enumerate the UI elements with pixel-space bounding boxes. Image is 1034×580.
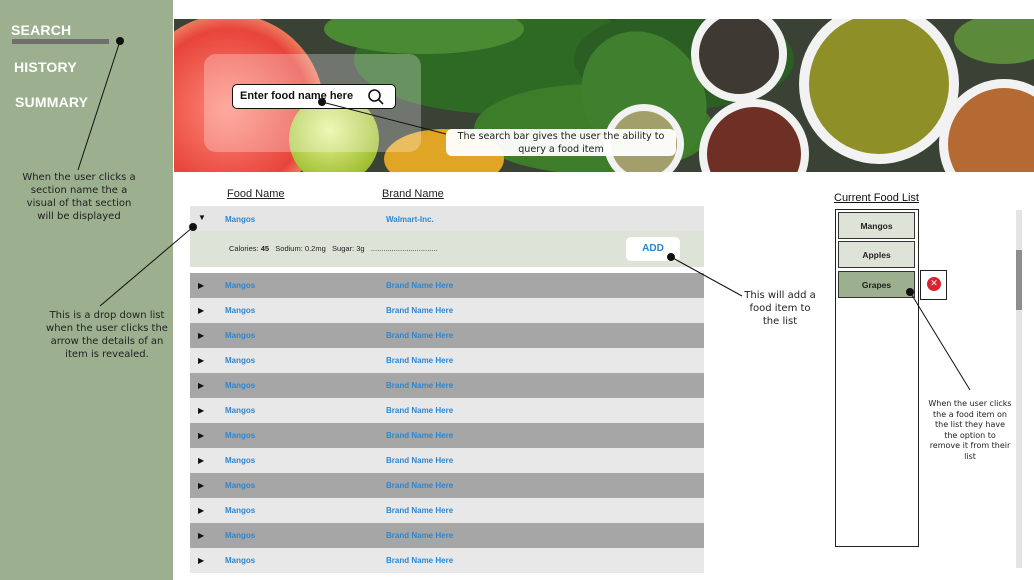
- food-name: Mangos: [225, 556, 256, 565]
- table-row[interactable]: ▶ Mangos Brand Name Here: [190, 448, 704, 473]
- food-name: Mangos: [225, 306, 256, 315]
- brand-name: Brand Name Here: [386, 556, 454, 565]
- search-placeholder: Enter food name here: [240, 90, 354, 102]
- brand-name: Brand Name Here: [386, 531, 454, 540]
- expand-arrow-icon[interactable]: ▶: [198, 281, 204, 290]
- item-details-panel: Calories: 45 Sodium: 0.2mg Sugar: 3g ...…: [190, 231, 704, 267]
- food-list-item-grapes[interactable]: Grapes: [838, 271, 915, 298]
- table-row[interactable]: ▶ Mangos Brand Name Here: [190, 523, 704, 548]
- nav-item-summary[interactable]: SUMMARY: [15, 94, 88, 110]
- expand-arrow-icon[interactable]: ▶: [198, 356, 204, 365]
- nav-item-search[interactable]: SEARCH: [11, 22, 71, 38]
- food-name: Mangos: [225, 531, 256, 540]
- nav-item-history[interactable]: HISTORY: [14, 59, 77, 75]
- connector-line: [909, 291, 971, 391]
- sodium-value: Sodium: 0.2mg: [275, 244, 326, 253]
- table-row[interactable]: ▶ Mangos Brand Name Here: [190, 373, 704, 398]
- annotation-remove: When the user clicks the a food item on …: [928, 399, 1012, 461]
- expand-arrow-icon[interactable]: ▶: [198, 381, 204, 390]
- remove-item-button[interactable]: ✕: [920, 270, 947, 300]
- brand-name: Brand Name Here: [386, 481, 454, 490]
- food-name: Mangos: [225, 506, 256, 515]
- nutrition-details: Calories: 45 Sodium: 0.2mg Sugar: 3g ...…: [229, 244, 438, 253]
- annotation-section-nav: When the user clicks a section name the …: [22, 172, 136, 222]
- brand-name: Brand Name Here: [386, 456, 454, 465]
- expand-arrow-icon[interactable]: ▶: [198, 531, 204, 540]
- table-row[interactable]: ▶ Mangos Brand Name Here: [190, 273, 704, 298]
- brand-name: Brand Name Here: [386, 331, 454, 340]
- table-row[interactable]: ▶ Mangos Brand Name Here: [190, 498, 704, 523]
- expand-arrow-icon[interactable]: ▶: [198, 306, 204, 315]
- active-nav-indicator: [12, 39, 109, 44]
- brand-name: Brand Name Here: [386, 356, 454, 365]
- annotation-add: This will add a food item to the list: [744, 290, 816, 327]
- table-row[interactable]: ▶ Mangos Brand Name Here: [190, 298, 704, 323]
- expand-arrow-icon[interactable]: ▶: [198, 481, 204, 490]
- sidebar: SEARCH HISTORY SUMMARY When the user cli…: [0, 0, 173, 580]
- calories-value: 45: [260, 244, 270, 253]
- food-name: Mangos: [225, 281, 256, 290]
- food-list-item-mangos[interactable]: Mangos: [838, 212, 915, 239]
- search-icon[interactable]: [367, 88, 385, 111]
- calories-label: Calories:: [229, 244, 259, 253]
- brand-name: Brand Name Here: [386, 506, 454, 515]
- brand-name: Brand Name Here: [386, 431, 454, 440]
- column-header-food-name[interactable]: Food Name: [227, 188, 284, 200]
- food-name: Mangos: [225, 381, 256, 390]
- table-row[interactable]: ▶ Mangos Brand Name Here: [190, 423, 704, 448]
- expand-arrow-icon[interactable]: ▶: [198, 331, 204, 340]
- details-dots: ................................: [370, 244, 438, 253]
- annotation-dropdown: This is a drop down list when the user c…: [46, 310, 168, 360]
- search-input[interactable]: Enter food name here: [232, 84, 396, 109]
- table-row[interactable]: ▶ Mangos Brand Name Here: [190, 398, 704, 423]
- expand-arrow-icon[interactable]: ▶: [198, 456, 204, 465]
- brand-name: Walmart-Inc.: [386, 215, 434, 224]
- expand-arrow-icon[interactable]: ▶: [198, 556, 204, 565]
- food-name: Mangos: [225, 431, 256, 440]
- food-name: Mangos: [225, 456, 256, 465]
- food-name: Mangos: [225, 481, 256, 490]
- brand-name: Brand Name Here: [386, 281, 454, 290]
- brand-name: Brand Name Here: [386, 381, 454, 390]
- food-list-title: Current Food List: [834, 192, 919, 204]
- add-button[interactable]: ADD: [626, 237, 680, 261]
- table-row[interactable]: ▶ Mangos Brand Name Here: [190, 348, 704, 373]
- food-results-list: ▶ Mangos Brand Name Here ▶ Mangos Brand Name…: [190, 273, 704, 573]
- food-name: Mangos: [225, 406, 256, 415]
- annotation-search-bar: The search bar gives the user the abilit…: [446, 129, 676, 156]
- close-icon[interactable]: ✕: [927, 277, 941, 291]
- scrollbar-thumb[interactable]: [1016, 250, 1022, 310]
- collapse-arrow-icon[interactable]: ▼: [198, 213, 206, 222]
- food-list-item-apples[interactable]: Apples: [838, 241, 915, 268]
- food-list: Mangos Apples Grapes: [835, 209, 919, 547]
- scrollbar[interactable]: [1016, 210, 1022, 568]
- food-name: Mangos: [225, 331, 256, 340]
- table-row[interactable]: ▶ Mangos Brand Name Here: [190, 323, 704, 348]
- brand-name: Brand Name Here: [386, 406, 454, 415]
- expand-arrow-icon[interactable]: ▶: [198, 431, 204, 440]
- column-header-brand-name[interactable]: Brand Name: [382, 188, 444, 200]
- table-row[interactable]: ▶ Mangos Brand Name Here: [190, 548, 704, 573]
- food-name: Mangos: [225, 356, 256, 365]
- brand-name: Brand Name Here: [386, 306, 454, 315]
- table-row[interactable]: ▶ Mangos Brand Name Here: [190, 473, 704, 498]
- sugar-value: Sugar: 3g: [332, 244, 365, 253]
- table-row-expanded[interactable]: ▼ Mangos Walmart-Inc.: [190, 206, 704, 231]
- expand-arrow-icon[interactable]: ▶: [198, 506, 204, 515]
- expand-arrow-icon[interactable]: ▶: [198, 406, 204, 415]
- food-name: Mangos: [225, 215, 256, 224]
